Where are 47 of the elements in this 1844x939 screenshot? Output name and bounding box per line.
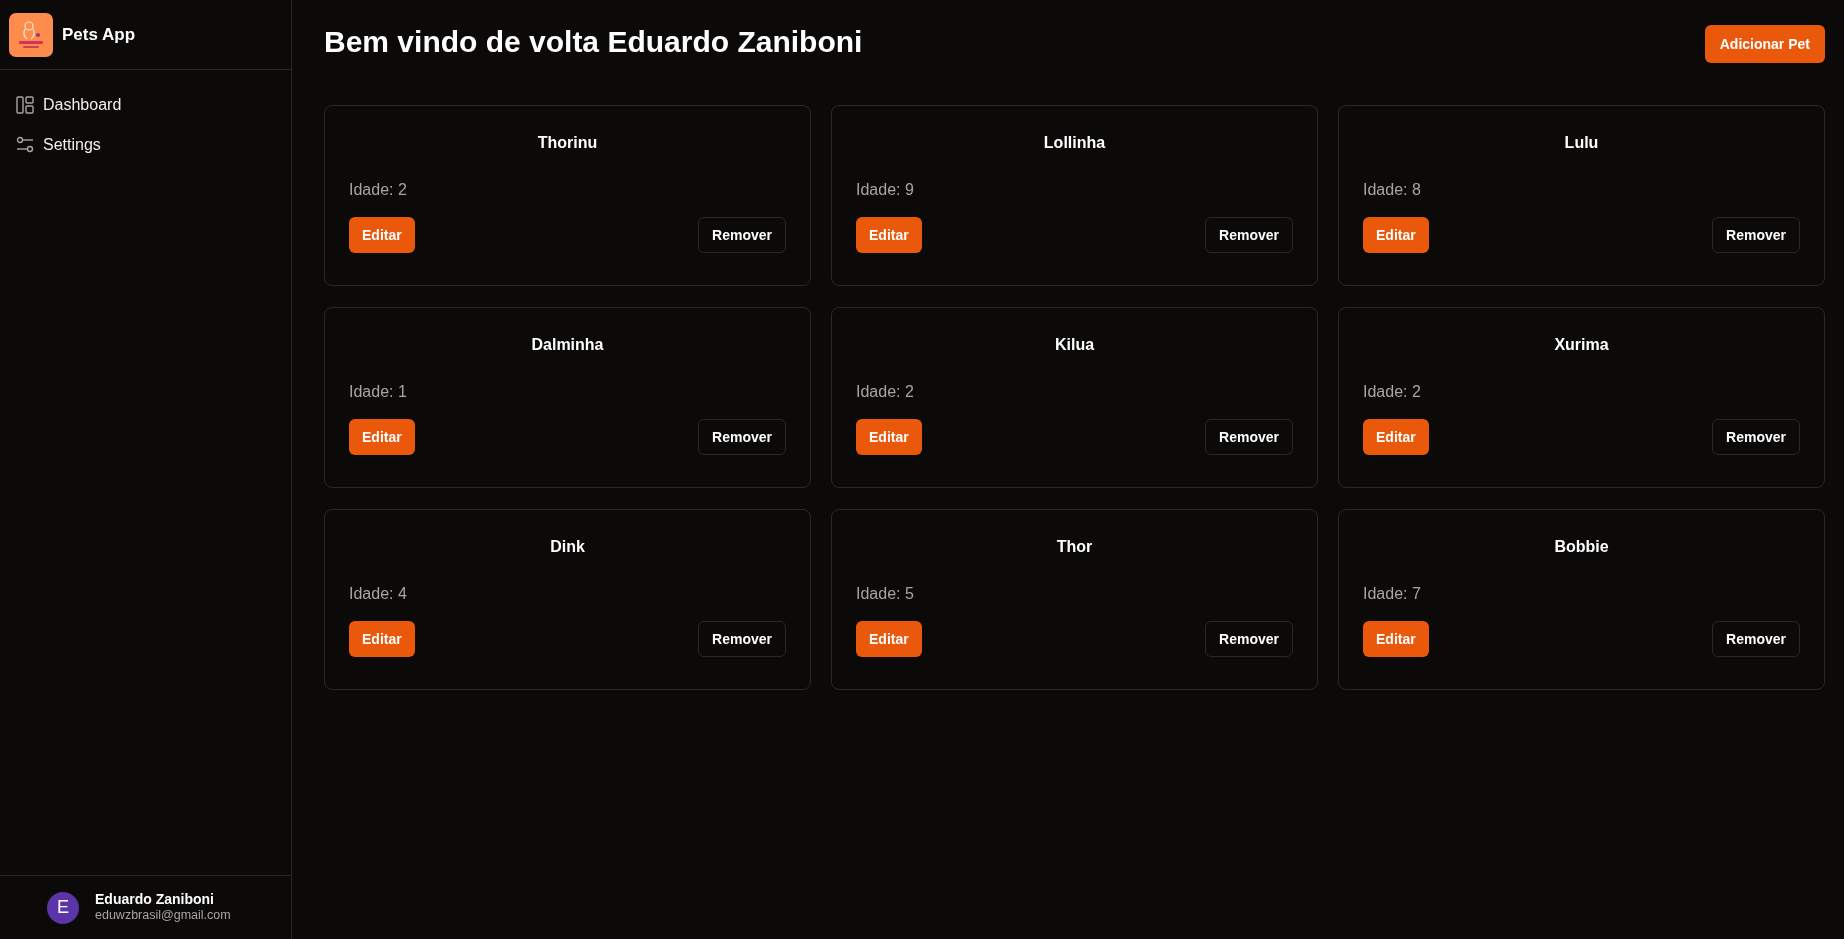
edit-button[interactable]: Editar — [856, 621, 922, 657]
pet-age: Idade: 2 — [1363, 382, 1422, 402]
sidebar-item[interactable]: Settings — [16, 130, 275, 160]
pet-age: Idade: 2 — [349, 180, 408, 200]
pet-name: Xurima — [1553, 335, 1610, 355]
user-avatar: E — [47, 891, 79, 924]
pet-age: Idade: 7 — [1363, 584, 1422, 604]
pet-name: Dalminha — [530, 335, 605, 355]
pet-name: Thorinu — [536, 133, 599, 153]
remove-button[interactable]: Remover — [1712, 217, 1800, 253]
edit-button[interactable]: Editar — [856, 419, 922, 455]
pet-age: Idade: 8 — [1363, 180, 1422, 200]
user-name: Eduardo Zaniboni — [95, 890, 215, 909]
remove-button[interactable]: Remover — [698, 621, 786, 657]
pet-name: Dink — [549, 537, 586, 557]
remove-button[interactable]: Remover — [1205, 419, 1293, 455]
edit-button[interactable]: Editar — [349, 419, 415, 455]
pet-age: Idade: 1 — [349, 382, 408, 402]
edit-button[interactable]: Editar — [349, 621, 415, 657]
pet-age: Idade: 9 — [856, 180, 915, 200]
sidebar-item[interactable]: Dashboard — [16, 90, 275, 120]
settings-icon — [16, 136, 34, 154]
edit-button[interactable]: Editar — [1363, 419, 1429, 455]
pet-age: Idade: 5 — [856, 584, 915, 604]
pet-name: Thor — [1055, 537, 1094, 557]
remove-button[interactable]: Remover — [698, 419, 786, 455]
edit-button[interactable]: Editar — [349, 217, 415, 253]
add-pet-button[interactable]: Adicionar Pet — [1704, 25, 1825, 63]
pet-name: Lulu — [1563, 133, 1600, 153]
edit-button[interactable]: Editar — [1363, 621, 1429, 657]
pet-name: Bobbie — [1553, 537, 1610, 557]
user-email: eduwzbrasil@gmail.com — [95, 908, 231, 925]
pet-age: Idade: 4 — [349, 584, 408, 604]
remove-button[interactable]: Remover — [1205, 217, 1293, 253]
remove-button[interactable]: Remover — [1712, 621, 1800, 657]
remove-button[interactable]: Remover — [1205, 621, 1293, 657]
dashboard-icon — [16, 96, 34, 114]
edit-button[interactable]: Editar — [856, 217, 922, 253]
app-name: Pets App — [62, 23, 136, 46]
remove-button[interactable]: Remover — [698, 217, 786, 253]
pet-name: Lollinha — [1042, 133, 1107, 153]
edit-button[interactable]: Editar — [1363, 217, 1429, 253]
logo-icon — [9, 12, 53, 57]
remove-button[interactable]: Remover — [1712, 419, 1800, 455]
page-title: Bem vindo de volta Eduardo Zaniboni — [324, 24, 863, 60]
pet-age: Idade: 2 — [856, 382, 915, 402]
pet-name: Kilua — [1053, 335, 1096, 355]
